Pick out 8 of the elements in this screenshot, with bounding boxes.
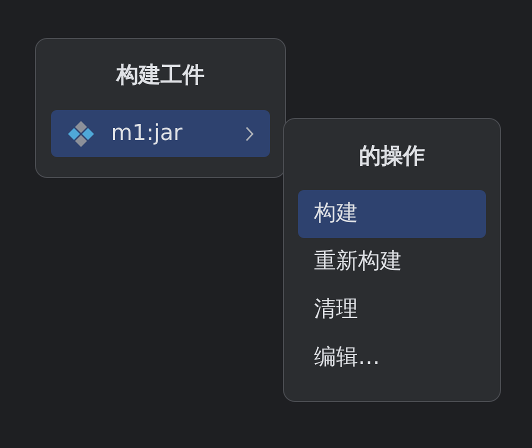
menu-item[interactable]: 构建: [298, 190, 486, 238]
diamonds-icon: [67, 120, 95, 148]
menu-item[interactable]: 编辑…: [298, 334, 486, 382]
menu-title: 的操作: [358, 143, 426, 171]
menu-item[interactable]: 清理: [298, 286, 486, 334]
menu-item[interactable]: m1:jar: [51, 110, 270, 157]
menu-title: 构建工件: [114, 62, 206, 90]
menu-item[interactable]: 重新构建: [298, 238, 486, 286]
